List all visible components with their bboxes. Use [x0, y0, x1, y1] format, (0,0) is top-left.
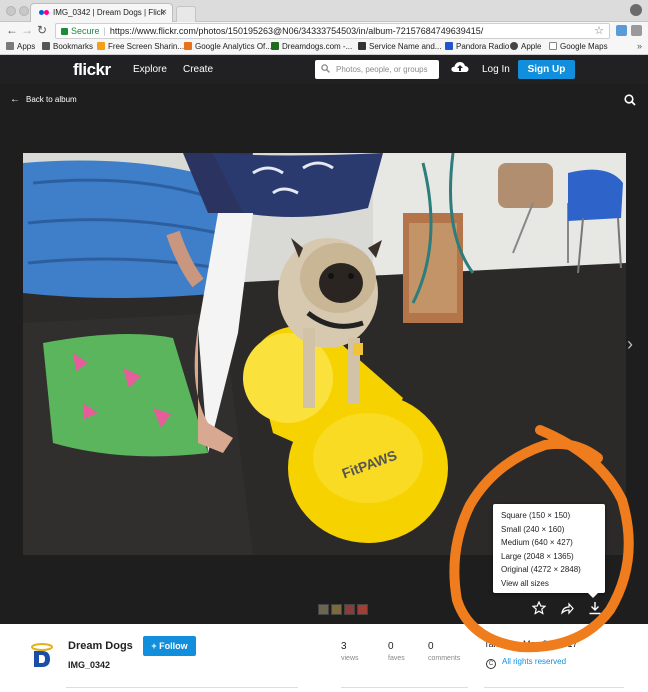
search-placeholder: Photos, people, or groups — [336, 65, 428, 74]
license-label: All rights reserved — [502, 657, 567, 666]
follow-button[interactable]: + Follow — [143, 636, 196, 656]
fave-star-icon[interactable] — [532, 601, 546, 615]
flickr-logo[interactable]: flickr — [73, 60, 111, 80]
thumbnail[interactable] — [357, 604, 368, 615]
photostream-thumbnails — [318, 602, 370, 615]
document-icon — [549, 42, 557, 50]
forward-arrow-icon[interactable]: → — [21, 23, 33, 37]
url-path: /photos/150195263@N06/34333754503/in/alb… — [195, 26, 484, 36]
magnify-icon[interactable] — [624, 94, 636, 106]
download-large[interactable]: Large (2048 × 1365) — [493, 550, 605, 564]
login-link[interactable]: Log In — [482, 64, 510, 75]
download-icon[interactable] — [588, 601, 602, 615]
profile-icon[interactable] — [630, 4, 642, 16]
signup-button[interactable]: Sign Up — [518, 60, 575, 79]
search-icon — [321, 64, 330, 73]
back-arrow-icon: ← — [10, 94, 20, 105]
address-bar[interactable]: Secure | https://www.flickr.com/photos/150… — [55, 23, 610, 39]
thumbnail[interactable] — [331, 604, 342, 615]
download-original[interactable]: Original (4272 × 2848) — [493, 563, 605, 577]
divider — [66, 687, 298, 688]
download-medium[interactable]: Medium (640 × 427) — [493, 536, 605, 550]
main-photo[interactable]: FitPAWS — [23, 153, 626, 555]
divider — [484, 687, 624, 688]
bookmark-bookmarks[interactable]: Bookmarks — [42, 42, 93, 51]
nav-explore[interactable]: Explore — [133, 64, 167, 75]
url-host: https://www.flickr.com — [109, 26, 196, 36]
download-small[interactable]: Small (240 × 160) — [493, 523, 605, 537]
owner-avatar[interactable] — [28, 642, 56, 670]
back-arrow-icon[interactable]: ← — [6, 23, 18, 37]
reload-icon[interactable]: ↻ — [37, 23, 47, 37]
next-photo-arrow-icon[interactable]: › — [627, 334, 633, 355]
bookmarks-bar: Apps Bookmarks Free Screen Sharin... Goo… — [0, 40, 648, 55]
browser-tab-bar: IMG_0342 | Dream Dogs | Flick × — [0, 0, 648, 22]
bookmark-google-maps[interactable]: Google Maps — [549, 42, 608, 51]
photo-title: IMG_0342 — [68, 660, 111, 670]
window-minimize-dot[interactable] — [19, 6, 29, 16]
share-arrow-icon[interactable] — [560, 601, 574, 615]
photo-info-bar: Dream Dogs + Follow IMG_0342 3 views 0 f… — [0, 624, 648, 692]
browser-tab-active[interactable]: IMG_0342 | Dream Dogs | Flick × — [30, 3, 173, 22]
extension-icon[interactable] — [616, 25, 627, 36]
new-tab-button[interactable] — [176, 6, 196, 22]
search-input[interactable]: Photos, people, or groups — [315, 60, 439, 79]
bookmark-screen-sharing[interactable]: Free Screen Sharin... — [97, 42, 184, 51]
license-link[interactable]: C All rights reserved — [486, 657, 566, 669]
lock-icon — [61, 28, 68, 35]
taken-date[interactable]: Taken on May 26, 2017 — [484, 639, 578, 649]
back-to-album-link[interactable]: ← Back to album — [10, 94, 77, 105]
menu-dots-icon[interactable] — [631, 25, 642, 36]
bookmark-pandora[interactable]: Pandora Radio — [445, 42, 509, 51]
analytics-icon — [184, 42, 192, 50]
bookmark-dreamdogs[interactable]: Dreamdogs.com -... — [271, 42, 352, 51]
download-square[interactable]: Square (150 × 150) — [493, 509, 605, 523]
comments-count: 0 — [428, 641, 434, 652]
dreamdogs-icon — [271, 42, 279, 50]
apps-grid-icon — [6, 42, 14, 50]
tab-close-icon[interactable]: × — [161, 7, 167, 18]
owner-name[interactable]: Dream Dogs — [68, 640, 133, 652]
faves-label: faves — [388, 655, 405, 662]
comments-label: comments — [428, 655, 461, 662]
view-all-sizes-link[interactable]: View all sizes — [493, 577, 605, 591]
views-label: views — [341, 655, 359, 662]
divider — [341, 687, 468, 688]
pandora-icon — [445, 42, 453, 50]
browser-toolbar: ← → ↻ Secure | https://www.flickr.com/phot… — [0, 22, 648, 40]
window-close-dot[interactable] — [6, 6, 16, 16]
back-to-album-label: Back to album — [26, 95, 77, 104]
nav-create[interactable]: Create — [183, 64, 213, 75]
screen-sharing-icon — [97, 42, 105, 50]
thumbnail[interactable] — [344, 604, 355, 615]
bookmark-apple[interactable]: Apple — [510, 42, 541, 51]
views-count: 3 — [341, 641, 347, 652]
apple-icon — [510, 42, 518, 50]
star-icon — [42, 42, 50, 50]
upload-cloud-icon[interactable] — [451, 60, 469, 74]
secure-label: Secure — [71, 26, 100, 36]
site-header: flickr Explore Create Photos, people, or… — [0, 55, 648, 84]
bookmarks-overflow-icon[interactable]: » — [637, 41, 642, 51]
flickr-favicon-icon — [39, 10, 49, 16]
bookmark-google-analytics[interactable]: Google Analytics Of... — [184, 42, 272, 51]
views-stat: 3 views — [341, 641, 359, 662]
copyright-icon: C — [486, 659, 496, 669]
faves-stat: 0 faves — [388, 641, 405, 662]
download-sizes-menu: Square (150 × 150) Small (240 × 160) Med… — [493, 504, 605, 598]
bookmark-star-icon[interactable]: ☆ — [594, 24, 604, 37]
comments-stat: 0 comments — [428, 641, 460, 662]
bookmark-apps[interactable]: Apps — [6, 42, 35, 51]
gear-icon — [358, 42, 366, 50]
thumbnail[interactable] — [318, 604, 329, 615]
faves-count: 0 — [388, 641, 394, 652]
bookmark-service-name[interactable]: Service Name and... — [358, 42, 441, 51]
tab-title: IMG_0342 | Dream Dogs | Flick — [53, 8, 165, 17]
photo-viewer: ← Back to album FitPAWS › Square (150 × … — [0, 84, 648, 624]
